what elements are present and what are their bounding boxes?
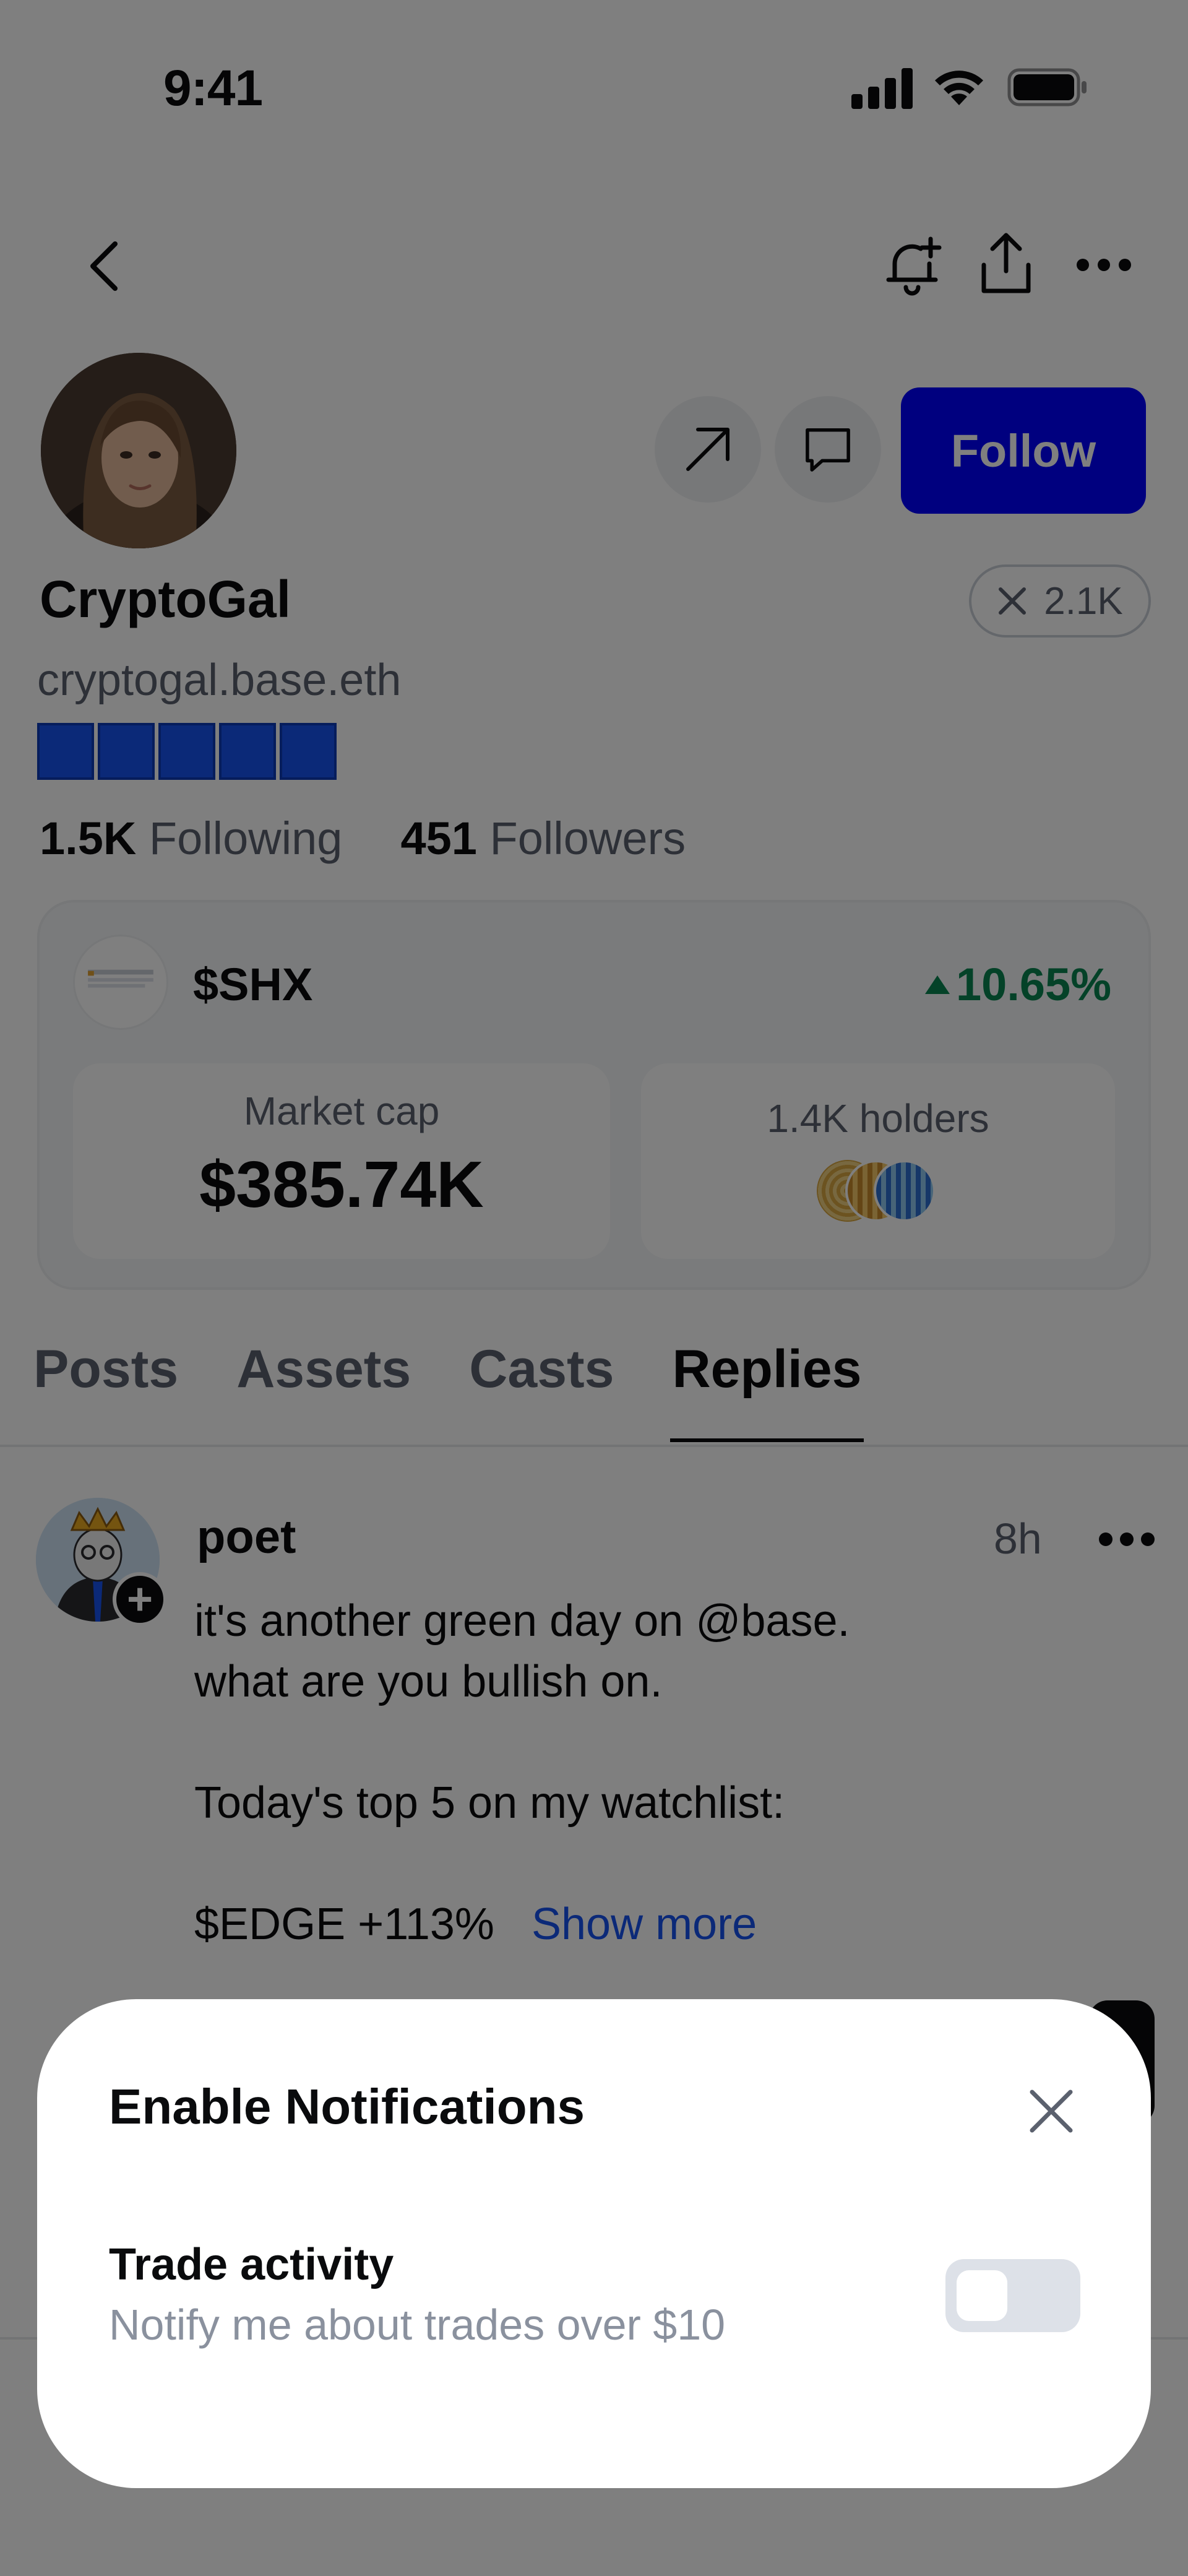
toggle-knob xyxy=(957,2270,1007,2321)
sheet-title: Enable Notifications xyxy=(109,2079,585,2134)
trade-activity-toggle[interactable] xyxy=(945,2259,1080,2332)
trade-activity-subtitle: Notify me about trades over $10 xyxy=(109,2301,726,2349)
close-icon[interactable] xyxy=(1022,2082,1080,2140)
trade-activity-title: Trade activity xyxy=(109,2240,394,2289)
